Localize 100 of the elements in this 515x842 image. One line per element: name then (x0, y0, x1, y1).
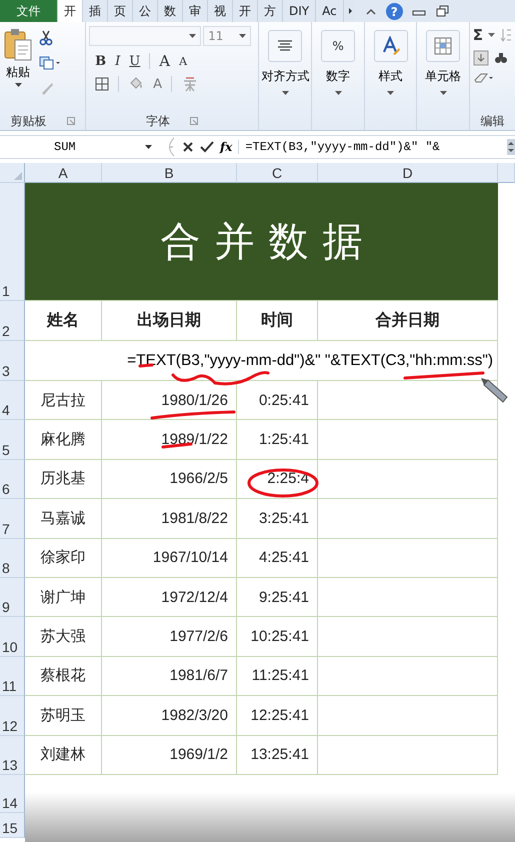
eraser-icon[interactable] (472, 72, 493, 84)
formula-field[interactable]: =TEXT(B3,″yyyy-mm-dd″)&″ ″& (238, 140, 501, 154)
editing-cell[interactable]: =TEXT(B3,"yyyy-mm-dd")&" "&TEXT(C3,"hh:mm:ss") (25, 341, 498, 381)
empty-column-header (498, 163, 515, 183)
table-cell: 4:25:41 (237, 538, 318, 578)
styles-icon (380, 36, 401, 56)
table-cell: 苏大强 (25, 617, 102, 657)
row-header[interactable]: 6 (0, 460, 25, 500)
group-label: 剪贴板 (10, 112, 47, 130)
table-cell: 刘建林 (25, 736, 102, 775)
collapse-ribbon-icon[interactable] (364, 7, 377, 17)
column-header[interactable]: D (318, 163, 498, 183)
circle-stroke (248, 468, 318, 498)
table-cell: 1977/2/6 (102, 617, 237, 657)
clipboard-icon (3, 28, 33, 62)
percent-icon: % (332, 39, 344, 53)
insert-function-button[interactable]: fx (220, 140, 232, 154)
row-header[interactable]: 5 (0, 420, 25, 460)
column-header[interactable]: B (102, 163, 237, 183)
row-header[interactable]: 14 (0, 774, 25, 813)
dropdown-caret-icon (145, 145, 152, 149)
font-color-button[interactable]: A (153, 76, 162, 92)
borders-icon[interactable] (95, 77, 110, 91)
row-header[interactable]: 12 (0, 696, 25, 736)
row-header[interactable]: 10 (0, 617, 25, 657)
dropdown-caret-icon (334, 91, 342, 95)
copy-icon[interactable] (39, 56, 61, 70)
ribbon-tab[interactable]: 开 (58, 0, 83, 22)
table-cell: 1:25:41 (237, 420, 318, 460)
ribbon-tab[interactable]: 文件 (0, 0, 58, 22)
table-cell: 1980/1/26 (102, 381, 237, 420)
header-cell: 合并日期 (318, 301, 498, 341)
row-header[interactable]: 15 (0, 812, 25, 838)
table-cell: 0:25:41 (237, 381, 318, 420)
underline-stroke (162, 442, 192, 448)
table-cell: 蔡根花 (25, 656, 102, 696)
shrink-font-button[interactable]: A (179, 54, 188, 68)
row-header[interactable]: 4 (0, 381, 25, 420)
row-header[interactable]: 11 (0, 656, 25, 696)
ribbon-button[interactable]: 对齐方式 (261, 30, 310, 95)
fill-bucket-icon[interactable] (128, 77, 144, 91)
table-cell: 尼古拉 (25, 381, 102, 420)
table-cell: 2:25:4 (237, 460, 318, 500)
cancel-icon[interactable] (182, 141, 194, 153)
table-cell: 9:25:41 (237, 578, 318, 618)
table-cell: 苏明玉 (25, 696, 102, 736)
table-cell: 1989/1/22 (102, 420, 237, 460)
group-label: 字体 (146, 112, 170, 130)
table-cell: 3:25:41 (237, 499, 318, 539)
row-header[interactable]: 9 (0, 578, 25, 618)
ribbon-button[interactable]: 单元格 (425, 30, 462, 95)
enter-check-icon[interactable] (200, 141, 214, 153)
table-cell: 马嘉诚 (25, 499, 102, 539)
minimize-icon[interactable] (412, 9, 426, 17)
dropdown-caret-icon (239, 34, 246, 38)
column-header[interactable]: A (25, 163, 102, 183)
table-cell: 谢广坤 (25, 578, 102, 618)
table-cell: 1981/6/7 (102, 656, 237, 696)
expand-formula-icon[interactable] (507, 139, 515, 155)
row-header[interactable]: 7 (0, 499, 25, 539)
row-header[interactable]: 8 (0, 538, 25, 578)
table-cell: 10:25:41 (237, 617, 318, 657)
restore-icon[interactable] (436, 5, 449, 17)
table-cell: 11:25:41 (237, 656, 318, 696)
font-name-field[interactable] (89, 26, 202, 46)
row-header[interactable]: 2 (0, 301, 25, 341)
align-icon (277, 40, 294, 52)
table-cell: 1981/8/22 (102, 499, 237, 539)
ribbon-button[interactable]: % 数字 (321, 30, 356, 95)
row-header[interactable]: 1 (0, 183, 25, 301)
group-label: 编辑 (480, 112, 504, 130)
grow-font-button[interactable]: A (159, 52, 170, 70)
table-cell: 1967/10/14 (102, 538, 237, 578)
binoculars-icon[interactable] (494, 51, 508, 65)
paste-button[interactable]: 粘贴 (3, 26, 33, 112)
column-header[interactable]: C (237, 163, 318, 183)
table-cell: 1966/2/5 (102, 460, 237, 500)
table-cell: 麻化腾 (25, 420, 102, 460)
ribbon-button[interactable]: 样式 (374, 30, 408, 95)
scissors-icon[interactable] (39, 30, 53, 46)
title-cell: 合并数据 (25, 183, 498, 301)
format-button[interactable]: B (95, 54, 106, 68)
corner-triangle-icon (14, 172, 22, 180)
dropdown-caret-icon (282, 91, 289, 95)
row-header[interactable]: 3 (0, 341, 25, 381)
header-cell: 出场日期 (102, 301, 237, 341)
cells-icon (434, 37, 452, 55)
dropdown-caret-icon (387, 91, 394, 95)
format-button[interactable]: I (115, 54, 120, 68)
autosum-button[interactable]: Σ (472, 26, 484, 44)
help-icon[interactable]: ? (386, 3, 403, 20)
underline-stroke (138, 364, 154, 368)
dropdown-caret-icon (488, 33, 496, 37)
header-cell: 时间 (237, 301, 318, 341)
format-button[interactable]: U (129, 54, 140, 68)
row-header[interactable]: 13 (0, 736, 25, 775)
fill-down-icon[interactable] (472, 50, 489, 66)
table-cell: 历兆基 (25, 460, 102, 500)
table-cell: 13:25:41 (237, 736, 318, 775)
name-box[interactable]: SUM (0, 140, 158, 154)
